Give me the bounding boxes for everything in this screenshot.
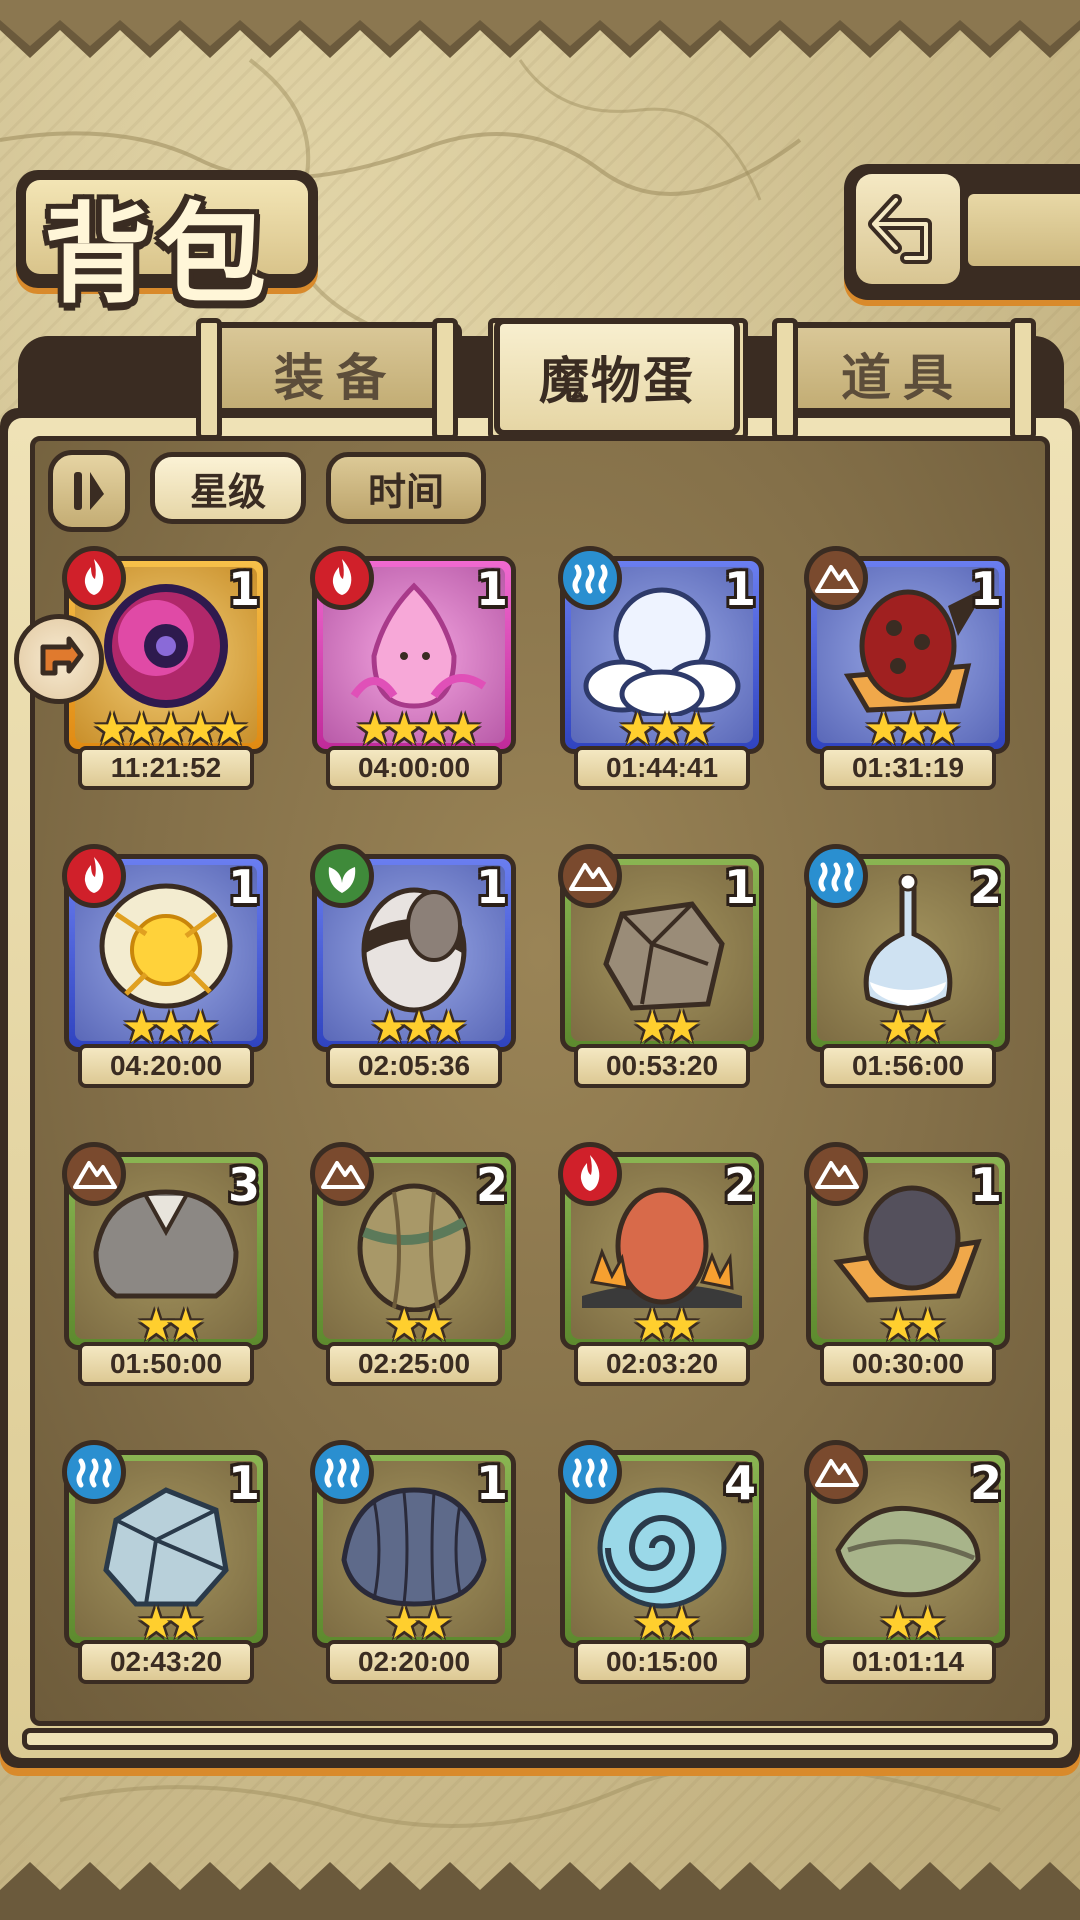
earth-element-icon [804,1142,868,1206]
hatch-timer: 11:21:52 [78,746,254,790]
egg-card[interactable]: 1 ★★★ 01:31:19 [804,546,1010,798]
egg-card[interactable]: 3 ★★ 01:50:00 [62,1142,268,1394]
egg-count: 2 [969,860,1002,914]
hatch-timer: 04:00:00 [326,746,502,790]
page-title: 背包 [44,193,273,318]
egg-count: 1 [227,1456,260,1510]
hatch-timer: 02:25:00 [326,1342,502,1386]
fire-element-icon [62,546,126,610]
egg-card[interactable]: 1 ★★★★ 04:00:00 [310,546,516,798]
sort-by-star-label: 星级 [189,469,266,514]
water-element-icon [310,1440,374,1504]
hatch-timer: 01:44:41 [574,746,750,790]
fire-element-icon [310,546,374,610]
earth-element-icon [558,844,622,908]
egg-card[interactable]: 2 ★★ 01:01:14 [804,1440,1010,1692]
egg-card[interactable]: 2 ★★ 01:56:00 [804,844,1010,1096]
pointer-arrow-icon [14,614,104,704]
fire-element-icon [62,844,126,908]
hatch-timer: 01:01:14 [820,1640,996,1684]
grass-element-icon [310,844,374,908]
water-element-icon [62,1440,126,1504]
tab-divider [432,318,458,440]
hatch-timer: 01:56:00 [820,1044,996,1088]
tab-divider [196,318,222,440]
sort-order-toggle[interactable] [48,450,130,532]
hatch-timer: 00:30:00 [820,1342,996,1386]
hatch-timer: 02:05:36 [326,1044,502,1088]
egg-count: 2 [723,1158,756,1212]
hatch-timer: 00:15:00 [574,1640,750,1684]
egg-count: 4 [723,1456,756,1510]
sort-order-icon [74,472,104,510]
back-button[interactable] [844,164,1080,300]
hatch-timer: 04:20:00 [78,1044,254,1088]
egg-card[interactable]: 2 ★★ 02:25:00 [310,1142,516,1394]
egg-count: 2 [969,1456,1002,1510]
earth-element-icon [310,1142,374,1206]
egg-card[interactable]: 1 ★★ 00:53:20 [558,844,764,1096]
egg-card[interactable]: 1 ★★★ 04:20:00 [62,844,268,1096]
hatch-timer: 02:20:00 [326,1640,502,1684]
water-element-icon [558,546,622,610]
back-arrow-icon [856,174,960,284]
tab-equipment-label: 装备 [274,349,398,407]
water-element-icon [558,1440,622,1504]
tab-monster-egg-label: 魔物蛋 [539,352,695,410]
egg-card[interactable]: 1 ★★★ 01:44:41 [558,546,764,798]
egg-count: 1 [723,562,756,616]
egg-card[interactable]: 1 ★★ 00:30:00 [804,1142,1010,1394]
egg-card[interactable]: 1 ★★ 02:20:00 [310,1440,516,1692]
egg-count: 1 [969,1158,1002,1212]
egg-count: 1 [969,562,1002,616]
hatch-timer: 02:43:20 [78,1640,254,1684]
egg-count: 1 [227,860,260,914]
bottom-zigzag-border [0,1862,1080,1920]
hatch-timer: 02:03:20 [574,1342,750,1386]
earth-element-icon [62,1142,126,1206]
egg-card[interactable]: 2 ★★ 02:03:20 [558,1142,764,1394]
tab-divider [1010,318,1036,440]
egg-card[interactable]: 1 ★★★ 02:05:36 [310,844,516,1096]
egg-count: 1 [475,1456,508,1510]
hatch-timer: 01:31:19 [820,746,996,790]
egg-count: 1 [475,860,508,914]
egg-count: 3 [227,1158,260,1212]
top-zigzag-border [0,0,1080,58]
tab-divider [772,318,798,440]
earth-element-icon [804,1440,868,1504]
tab-items-label: 道具 [841,349,965,407]
sort-by-star-button[interactable]: 星级 [150,452,306,524]
egg-count: 2 [475,1158,508,1212]
egg-card[interactable]: 4 ★★ 00:15:00 [558,1440,764,1692]
egg-count: 1 [723,860,756,914]
sort-by-time-button[interactable]: 时间 [326,452,486,524]
tab-monster-egg[interactable]: 魔物蛋 [494,318,740,436]
water-element-icon [804,844,868,908]
egg-count: 1 [227,562,260,616]
hatch-timer: 01:50:00 [78,1342,254,1386]
fire-element-icon [558,1142,622,1206]
egg-count: 1 [475,562,508,616]
earth-element-icon [804,546,868,610]
panel-bottom-rail [22,1728,1058,1750]
egg-card[interactable]: 1 ★★ 02:43:20 [62,1440,268,1692]
hatch-timer: 00:53:20 [574,1044,750,1088]
sort-by-time-label: 时间 [367,469,444,514]
